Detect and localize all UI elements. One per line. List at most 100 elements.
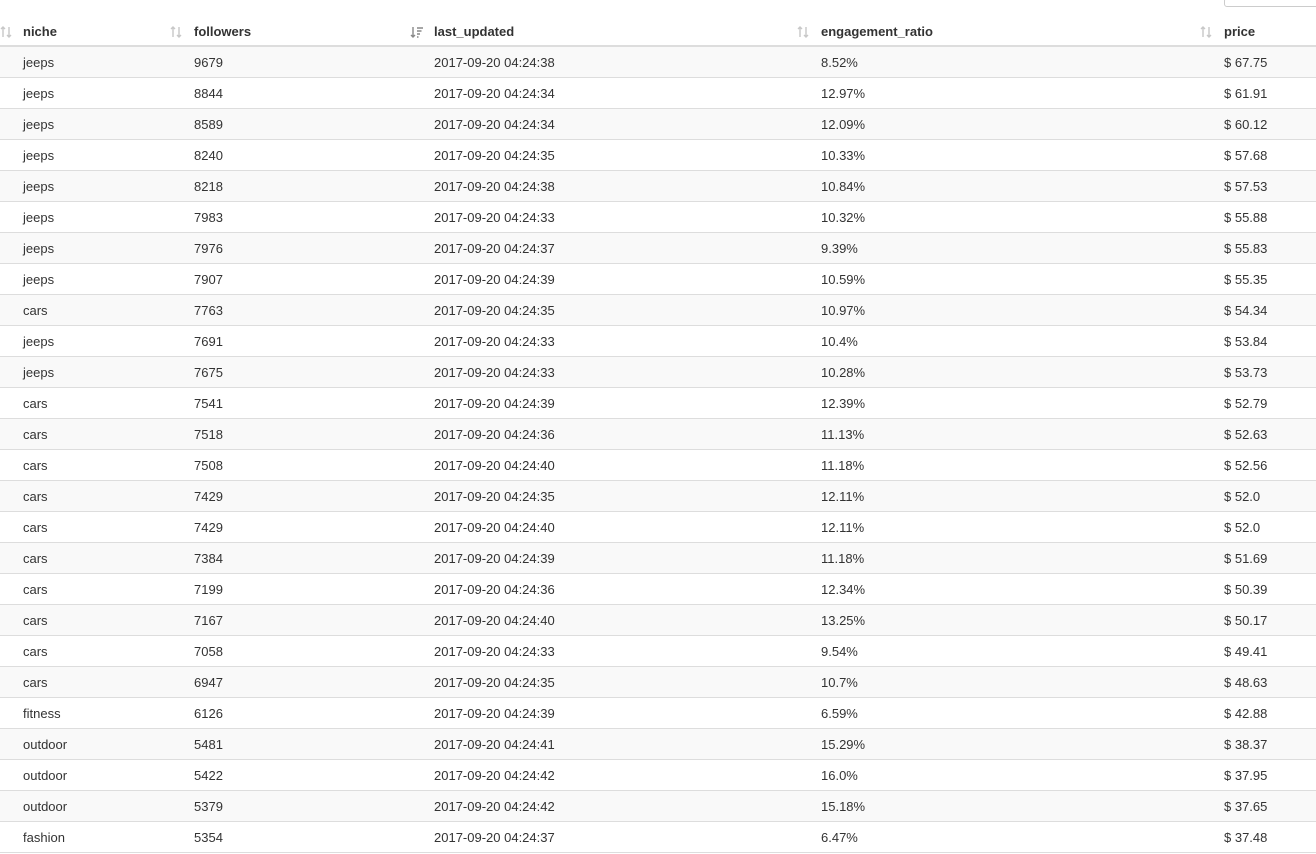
cell-last-updated: 2017-09-20 04:24:39 bbox=[434, 272, 555, 287]
cell-followers: 7199 bbox=[194, 582, 223, 597]
cell-engagement-ratio: 11.13% bbox=[821, 427, 865, 442]
sort-descending-icon[interactable] bbox=[410, 17, 424, 47]
cell-engagement-ratio: 9.39% bbox=[821, 241, 858, 256]
table-row[interactable]: cars 7429 2017-09-20 04:24:35 12.11% $ 52.0 bbox=[0, 481, 1316, 512]
search-box-edge[interactable] bbox=[1224, 0, 1316, 7]
table-row[interactable]: cars 7429 2017-09-20 04:24:40 12.11% $ 52.0 bbox=[0, 512, 1316, 543]
cell-price: $ 50.17 bbox=[1224, 613, 1268, 628]
cell-followers: 8218 bbox=[194, 179, 223, 194]
cell-last-updated: 2017-09-20 04:24:35 bbox=[434, 303, 555, 318]
table-row[interactable]: cars 6947 2017-09-20 04:24:35 10.7% $ 48.63 bbox=[0, 667, 1316, 698]
cell-engagement-ratio: 12.11% bbox=[821, 489, 865, 504]
cell-last-updated: 2017-09-20 04:24:40 bbox=[434, 613, 555, 628]
cell-niche: jeeps bbox=[23, 365, 55, 380]
sort-both-icon[interactable] bbox=[797, 17, 811, 47]
cell-price: $ 52.0 bbox=[1224, 520, 1261, 535]
cell-niche: cars bbox=[23, 520, 48, 535]
column-header-followers[interactable]: followers bbox=[194, 17, 251, 47]
cell-price: $ 51.69 bbox=[1224, 551, 1268, 566]
cell-price: $ 55.35 bbox=[1224, 272, 1268, 287]
cell-followers: 6947 bbox=[194, 675, 223, 690]
column-header-price[interactable]: price bbox=[1224, 17, 1255, 47]
cell-followers: 7983 bbox=[194, 210, 223, 225]
cell-price: $ 57.53 bbox=[1224, 179, 1268, 194]
cell-price: $ 54.34 bbox=[1224, 303, 1268, 318]
table-header: niche followers last_updated engagement_… bbox=[0, 17, 1316, 47]
cell-followers: 7976 bbox=[194, 241, 223, 256]
cell-engagement-ratio: 8.52% bbox=[821, 55, 858, 70]
table-row[interactable]: jeeps 8844 2017-09-20 04:24:34 12.97% $ 61.9… bbox=[0, 78, 1316, 109]
table-row[interactable]: jeeps 8218 2017-09-20 04:24:38 10.84% $ 57.5… bbox=[0, 171, 1316, 202]
page: niche followers last_updated engagement_… bbox=[0, 0, 1316, 854]
table-row[interactable]: cars 7518 2017-09-20 04:24:36 11.13% $ 52.63 bbox=[0, 419, 1316, 450]
cell-niche: outdoor bbox=[23, 768, 68, 783]
sort-both-icon[interactable] bbox=[170, 17, 184, 47]
table-row[interactable]: cars 7384 2017-09-20 04:24:39 11.18% $ 51.69 bbox=[0, 543, 1316, 574]
cell-price: $ 38.37 bbox=[1224, 737, 1268, 752]
cell-niche: outdoor bbox=[23, 737, 68, 752]
sort-both-icon[interactable] bbox=[1200, 17, 1214, 47]
cell-last-updated: 2017-09-20 04:24:33 bbox=[434, 644, 555, 659]
table-row[interactable]: jeeps 7907 2017-09-20 04:24:39 10.59% $ 55.3… bbox=[0, 264, 1316, 295]
column-header-niche[interactable]: niche bbox=[23, 17, 57, 47]
cell-niche: jeeps bbox=[23, 334, 55, 349]
cell-price: $ 42.88 bbox=[1224, 706, 1268, 721]
table-row[interactable]: cars 7199 2017-09-20 04:24:36 12.34% $ 50.39 bbox=[0, 574, 1316, 605]
cell-engagement-ratio: 12.09% bbox=[821, 117, 866, 132]
cell-engagement-ratio: 9.54% bbox=[821, 644, 858, 659]
table-row[interactable]: outdoor 5379 2017-09-20 04:24:42 15.18% $ 37… bbox=[0, 791, 1316, 822]
cell-last-updated: 2017-09-20 04:24:38 bbox=[434, 179, 555, 194]
cell-last-updated: 2017-09-20 04:24:33 bbox=[434, 210, 555, 225]
cell-engagement-ratio: 11.18% bbox=[821, 458, 865, 473]
cell-engagement-ratio: 6.47% bbox=[821, 830, 858, 845]
cell-niche: fitness bbox=[23, 706, 61, 721]
table-row[interactable]: cars 7763 2017-09-20 04:24:35 10.97% $ 54.34 bbox=[0, 295, 1316, 326]
table-row[interactable]: cars 7508 2017-09-20 04:24:40 11.18% $ 52.56 bbox=[0, 450, 1316, 481]
cell-niche: cars bbox=[23, 458, 48, 473]
cell-niche: jeeps bbox=[23, 210, 55, 225]
sort-both-icon[interactable] bbox=[0, 17, 14, 47]
table-row[interactable]: cars 7058 2017-09-20 04:24:33 9.54% $ 49.41 bbox=[0, 636, 1316, 667]
cell-niche: cars bbox=[23, 644, 48, 659]
cell-price: $ 49.41 bbox=[1224, 644, 1268, 659]
cell-price: $ 57.68 bbox=[1224, 148, 1268, 163]
table-row[interactable]: outdoor 5422 2017-09-20 04:24:42 16.0% $ 37.… bbox=[0, 760, 1316, 791]
table-row[interactable]: jeeps 7691 2017-09-20 04:24:33 10.4% $ 53.84 bbox=[0, 326, 1316, 357]
cell-last-updated: 2017-09-20 04:24:39 bbox=[434, 706, 555, 721]
table-row[interactable]: fashion 5354 2017-09-20 04:24:37 6.47% $ 37.… bbox=[0, 822, 1316, 853]
cell-followers: 7907 bbox=[194, 272, 223, 287]
cell-engagement-ratio: 10.28% bbox=[821, 365, 866, 380]
cell-niche: cars bbox=[23, 427, 48, 442]
cell-last-updated: 2017-09-20 04:24:40 bbox=[434, 458, 555, 473]
cell-followers: 9679 bbox=[194, 55, 223, 70]
table-row[interactable]: jeeps 8240 2017-09-20 04:24:35 10.33% $ 57.6… bbox=[0, 140, 1316, 171]
cell-niche: jeeps bbox=[23, 86, 55, 101]
table-row[interactable]: cars 7541 2017-09-20 04:24:39 12.39% $ 52.79 bbox=[0, 388, 1316, 419]
cell-followers: 7763 bbox=[194, 303, 223, 318]
table-body: jeeps 9679 2017-09-20 04:24:38 8.52% $ 67.75… bbox=[0, 47, 1316, 853]
cell-engagement-ratio: 11.18% bbox=[821, 551, 865, 566]
cell-followers: 7691 bbox=[194, 334, 223, 349]
cell-followers: 7508 bbox=[194, 458, 223, 473]
column-header-last-updated[interactable]: last_updated bbox=[434, 17, 514, 47]
table-row[interactable]: jeeps 7976 2017-09-20 04:24:37 9.39% $ 55.83 bbox=[0, 233, 1316, 264]
cell-price: $ 61.91 bbox=[1224, 86, 1268, 101]
table-row[interactable]: jeeps 7675 2017-09-20 04:24:33 10.28% $ 53.7… bbox=[0, 357, 1316, 388]
table-row[interactable]: jeeps 9679 2017-09-20 04:24:38 8.52% $ 67.75 bbox=[0, 47, 1316, 78]
column-header-engagement-ratio[interactable]: engagement_ratio bbox=[821, 17, 933, 47]
cell-niche: jeeps bbox=[23, 55, 55, 70]
table-row[interactable]: fitness 6126 2017-09-20 04:24:39 6.59% $ 42.… bbox=[0, 698, 1316, 729]
cell-last-updated: 2017-09-20 04:24:35 bbox=[434, 489, 555, 504]
cell-last-updated: 2017-09-20 04:24:36 bbox=[434, 427, 555, 442]
cell-price: $ 52.63 bbox=[1224, 427, 1268, 442]
table-row[interactable]: jeeps 8589 2017-09-20 04:24:34 12.09% $ 60.1… bbox=[0, 109, 1316, 140]
cell-followers: 8589 bbox=[194, 117, 223, 132]
cell-last-updated: 2017-09-20 04:24:33 bbox=[434, 334, 555, 349]
table-row[interactable]: jeeps 7983 2017-09-20 04:24:33 10.32% $ 55.8… bbox=[0, 202, 1316, 233]
table-row[interactable]: outdoor 5481 2017-09-20 04:24:41 15.29% $ 38… bbox=[0, 729, 1316, 760]
table-row[interactable]: cars 7167 2017-09-20 04:24:40 13.25% $ 50.17 bbox=[0, 605, 1316, 636]
cell-followers: 7541 bbox=[194, 396, 223, 411]
cell-last-updated: 2017-09-20 04:24:37 bbox=[434, 830, 555, 845]
cell-engagement-ratio: 12.39% bbox=[821, 396, 866, 411]
cell-last-updated: 2017-09-20 04:24:35 bbox=[434, 148, 555, 163]
